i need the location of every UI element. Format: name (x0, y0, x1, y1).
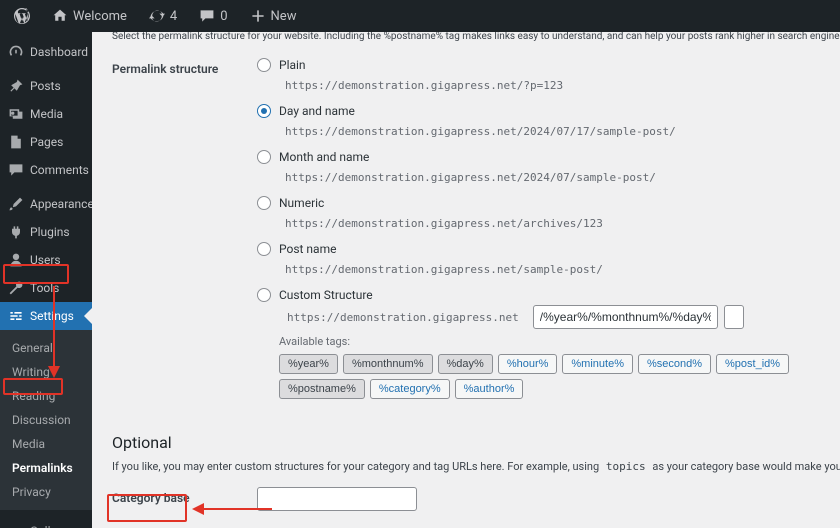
sidebar-label: Settings (30, 309, 74, 323)
comments-count: 0 (220, 9, 227, 24)
new-label: New (271, 9, 297, 24)
admin-bar: Welcome 4 0 New (0, 0, 840, 32)
tag-year[interactable]: %year% (279, 354, 338, 374)
plug-icon (8, 224, 24, 240)
sidebar-label: Pages (30, 135, 63, 149)
intro-text: Select the permalink structure for your … (112, 32, 840, 44)
custom-structure-trailing-input[interactable] (724, 305, 744, 329)
submenu-privacy[interactable]: Privacy (0, 480, 92, 504)
wordpress-logo-icon (14, 8, 30, 24)
current-menu-arrow (84, 308, 92, 324)
tag-day[interactable]: %day% (438, 354, 493, 374)
collapse-menu[interactable]: Collapse menu (0, 516, 92, 528)
admin-bar-comments[interactable]: 0 (193, 8, 233, 24)
dashboard-icon (8, 44, 24, 60)
settings-submenu: General Writing Reading Discussion Media… (0, 330, 92, 510)
radio-month-name-label: Month and name (279, 150, 369, 164)
sidebar-label: Comments (30, 163, 89, 177)
custom-structure-input[interactable] (533, 305, 718, 329)
radio-custom-label: Custom Structure (279, 288, 373, 302)
comment-icon (199, 8, 215, 24)
category-base-input[interactable] (257, 487, 417, 511)
optional-description: If you like, you may enter custom struct… (112, 460, 840, 473)
category-base-label: Category base (112, 485, 257, 527)
admin-bar-wp-logo[interactable] (8, 8, 36, 24)
admin-bar-updates[interactable]: 4 (143, 8, 183, 24)
sidebar-item-media[interactable]: Media (0, 100, 92, 128)
updates-count: 4 (170, 9, 177, 24)
tag-monthnum[interactable]: %monthnum% (343, 354, 433, 374)
sidebar-item-pages[interactable]: Pages (0, 128, 92, 156)
sidebar-item-posts[interactable]: Posts (0, 72, 92, 100)
submenu-permalinks[interactable]: Permalinks (0, 456, 92, 480)
pin-icon (8, 78, 24, 94)
tag-category[interactable]: %category% (370, 379, 450, 399)
content-wrap: Select the permalink structure for your … (92, 32, 840, 528)
sidebar-label: Media (30, 107, 63, 121)
page-icon (8, 134, 24, 150)
sidebar-item-settings[interactable]: Settings (0, 302, 92, 330)
optional-heading: Optional (112, 433, 840, 452)
radio-numeric-label: Numeric (279, 196, 324, 210)
sidebar-label: Users (30, 253, 61, 267)
update-icon (149, 8, 165, 24)
collapse-label: Collapse menu (30, 524, 84, 528)
example-numeric: https://demonstration.gigapress.net/arch… (279, 215, 609, 232)
submenu-reading[interactable]: Reading (0, 384, 92, 408)
sidebar-label: Appearance (30, 197, 92, 211)
admin-sidebar: Dashboard Posts Media Pages Comments App… (0, 32, 92, 528)
radio-numeric[interactable] (257, 196, 271, 210)
radio-day-name[interactable] (257, 104, 271, 118)
radio-post-name[interactable] (257, 242, 271, 256)
wrench-icon (8, 280, 24, 296)
admin-bar-site-name[interactable]: Welcome (46, 8, 133, 24)
plus-icon (250, 8, 266, 24)
submenu-media[interactable]: Media (0, 432, 92, 456)
tag-post-id[interactable]: %post_id% (716, 354, 789, 374)
tag-hour[interactable]: %hour% (498, 354, 558, 374)
sidebar-item-comments[interactable]: Comments (0, 156, 92, 184)
tag-minute[interactable]: %minute% (562, 354, 633, 374)
sidebar-label: Posts (30, 79, 61, 93)
submenu-general[interactable]: General (0, 336, 92, 360)
sidebar-label: Plugins (30, 225, 70, 239)
radio-day-name-label: Day and name (279, 104, 355, 118)
submenu-discussion[interactable]: Discussion (0, 408, 92, 432)
radio-plain[interactable] (257, 58, 271, 72)
example-plain: https://demonstration.gigapress.net/?p=1… (279, 77, 569, 94)
submenu-writing[interactable]: Writing (0, 360, 92, 384)
home-icon (52, 8, 68, 24)
available-tags-label: Available tags: (279, 335, 830, 348)
site-title: Welcome (73, 9, 127, 24)
example-day-name: https://demonstration.gigapress.net/2024… (279, 123, 682, 140)
sidebar-item-appearance[interactable]: Appearance (0, 190, 92, 218)
sliders-icon (8, 308, 24, 324)
admin-bar-new[interactable]: New (244, 8, 303, 24)
sidebar-item-dashboard[interactable]: Dashboard (0, 38, 92, 66)
radio-plain-label: Plain (279, 58, 306, 72)
available-tags-row: %year% %monthnum% %day% %hour% %minute% … (279, 354, 830, 399)
radio-custom[interactable] (257, 288, 271, 302)
sidebar-item-plugins[interactable]: Plugins (0, 218, 92, 246)
radio-post-name-label: Post name (279, 242, 336, 256)
sidebar-item-tools[interactable]: Tools (0, 274, 92, 302)
sidebar-item-users[interactable]: Users (0, 246, 92, 274)
custom-base-url: https://demonstration.gigapress.net (279, 307, 527, 328)
tag-author[interactable]: %author% (455, 379, 524, 399)
sidebar-label: Tools (30, 281, 59, 295)
user-icon (8, 252, 24, 268)
tag-postname[interactable]: %postname% (279, 379, 365, 399)
sidebar-label: Dashboard (30, 45, 88, 59)
tag-second[interactable]: %second% (638, 354, 711, 374)
brush-icon (8, 196, 24, 212)
example-month-name: https://demonstration.gigapress.net/2024… (279, 169, 662, 186)
example-post-name: https://demonstration.gigapress.net/samp… (279, 261, 609, 278)
radio-month-name[interactable] (257, 150, 271, 164)
comment-icon (8, 162, 24, 178)
media-icon (8, 106, 24, 122)
permalink-structure-heading: Permalink structure (112, 56, 257, 415)
